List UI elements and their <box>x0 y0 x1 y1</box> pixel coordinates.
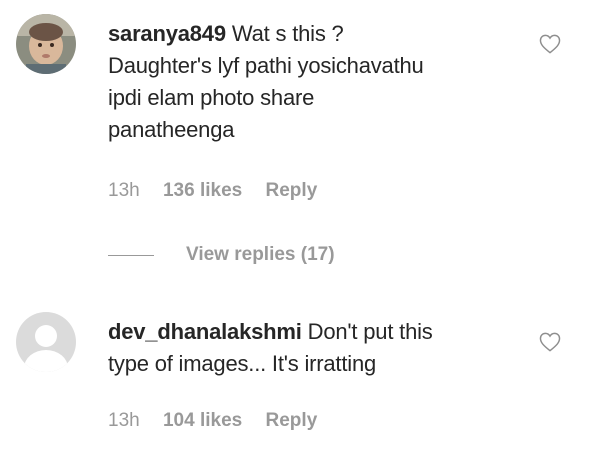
comment-line: ipdi elam photo share <box>108 85 315 110</box>
heart-icon[interactable] <box>539 34 561 54</box>
avatar[interactable] <box>16 14 76 74</box>
comment-line: Wat s this ? <box>231 21 344 46</box>
comment-line: type of images... It's irratting <box>108 351 377 376</box>
reply-button[interactable]: Reply <box>266 180 318 202</box>
view-replies-label: View replies (17) <box>186 244 335 265</box>
comment-line: Don't put this <box>307 319 433 344</box>
comment-line: Daughter's lyf pathi yosichavathu <box>108 53 424 78</box>
comment-text: dev_dhanalakshmi Don't put this type of i… <box>108 316 508 380</box>
comment-meta: 13h 136 likes Reply <box>108 180 335 202</box>
reply-button[interactable]: Reply <box>266 410 318 432</box>
comment-timestamp[interactable]: 13h <box>108 180 140 202</box>
heart-icon[interactable] <box>539 332 561 352</box>
likes-count[interactable]: 104 likes <box>163 410 242 432</box>
likes-count[interactable]: 136 likes <box>163 180 242 202</box>
comment-text: saranya849 Wat s this ? Daughter's lyf pa… <box>108 18 508 146</box>
replies-divider <box>108 254 154 256</box>
comment-username[interactable]: dev_dhanalakshmi <box>108 319 302 344</box>
avatar[interactable] <box>16 312 76 372</box>
view-replies-button[interactable]: View replies (17) <box>108 240 335 270</box>
default-avatar-icon <box>16 312 76 372</box>
comment-line: panatheenga <box>108 117 235 142</box>
comment-timestamp[interactable]: 13h <box>108 410 140 432</box>
comment-meta: 13h 104 likes Reply <box>108 410 335 432</box>
baby-photo-avatar-icon <box>16 14 76 74</box>
comment-username[interactable]: saranya849 <box>108 21 226 46</box>
